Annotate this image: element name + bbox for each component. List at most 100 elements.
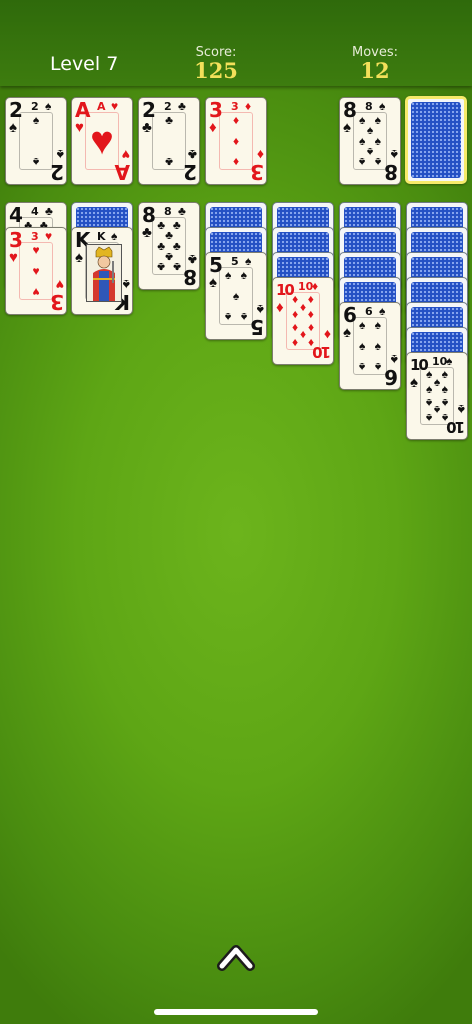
suit-pip: ♣ <box>165 228 173 242</box>
card-suit: ♠ <box>343 324 351 341</box>
card-suit-small: ♠ <box>446 354 453 368</box>
foundation-card-1[interactable]: 2 ♠ 2 ♠ 2 ♠ ♠ ♠ <box>5 97 67 185</box>
card-suit-small: ♣ <box>178 99 186 113</box>
card-suit: ♥ <box>75 119 84 136</box>
card-pips: ♥ ♥ ♥ <box>22 244 50 299</box>
suit-pip: ♠ <box>358 113 366 127</box>
tableau-card[interactable]: 6 ♠ 6 ♠ 6 ♠ ♠ ♠ ♠ ♠ ♠ ♠ <box>339 302 401 390</box>
level-label: Level 7 <box>50 53 119 75</box>
suit-pip: ♦ <box>232 155 240 169</box>
score-value: 125 <box>194 58 238 83</box>
card-rank: 8 <box>343 98 357 122</box>
suit-pip: ♣ <box>157 239 166 253</box>
suit-pip: ♦ <box>307 321 314 335</box>
card-rank: 5 <box>209 253 223 277</box>
menu-toggle-button[interactable] <box>214 936 258 976</box>
card-rank: 8 <box>142 203 156 227</box>
home-indicator[interactable] <box>154 1009 318 1015</box>
card-pips: ♠ ♠ ♠ ♠ ♠ <box>222 268 250 324</box>
suit-pip: ♦ <box>299 328 307 342</box>
suit-pip: ♦ <box>307 307 314 321</box>
card-back-pattern <box>411 102 461 178</box>
card-suit-small: ♠ <box>111 229 118 243</box>
suit-pip: ♠ <box>441 411 449 425</box>
suit-pip: ♣ <box>172 239 181 253</box>
suit-pip: ♦ <box>299 300 307 314</box>
suit-pip: ♠ <box>240 268 248 282</box>
card-suit: ♣ <box>142 224 152 241</box>
foundation-card-3[interactable]: 2 ♣ 2 ♣ 2 ♣ ♣ ♣ <box>138 97 200 185</box>
waste-card[interactable]: 8 ♠ 8 ♠ 8 ♠ ♠ ♠ ♠ ♠ ♠ ♠ ♠ ♠ <box>339 97 401 185</box>
card-rank-small: 8 <box>164 205 172 218</box>
suit-pip: ♣ <box>165 113 173 127</box>
tableau-card[interactable]: 5 ♠ 5 ♠ 5 ♠ ♠ ♠ ♠ ♠ ♠ <box>205 252 267 340</box>
stock-pile[interactable] <box>405 96 467 184</box>
suit-pip: ♠ <box>374 134 382 148</box>
suit-pip: ♠ <box>374 318 382 332</box>
moves-value: 12 <box>360 58 390 83</box>
card-rank-small: A <box>97 100 106 113</box>
card-suit-small: ♣ <box>45 204 53 218</box>
suit-pip: ♠ <box>425 396 433 410</box>
tableau-card[interactable]: K ♠ K ♠ K ♠ <box>71 227 133 315</box>
foundation-card-2[interactable]: A ♥ A ♥ A ♥ ♥ <box>71 97 133 185</box>
suit-pip: ♦ <box>307 292 314 306</box>
card-pips: ♦ ♦ ♦ <box>222 114 250 169</box>
suit-pip: ♠ <box>425 367 433 381</box>
card-suit: ♥ <box>9 249 18 266</box>
card-rank-small: K <box>97 230 106 243</box>
ace-center-pip: ♥ <box>90 119 114 163</box>
card-rank: 2 <box>9 98 23 122</box>
suit-pip: ♠ <box>441 367 449 381</box>
suit-pip: ♦ <box>292 292 299 306</box>
card-suit-small: ♠ <box>379 99 386 113</box>
foundation-card-4[interactable]: 3 ♦ 3 ♦ 3 ♦ ♦ ♦ ♦ <box>205 97 267 185</box>
tableau-card[interactable]: 3 ♥ 3 ♥ 3 ♥ ♥ ♥ ♥ <box>5 227 67 315</box>
card-rank: 6 <box>343 303 357 327</box>
suit-pip: ♠ <box>232 289 240 303</box>
card-pips: ♦ ♦ ♦ ♦ ♦ ♦ ♦ ♦ ♦ ♦ <box>289 292 317 350</box>
top-bar: Level 7 Score: 125 Moves: 12 <box>0 0 472 86</box>
suit-pip: ♣ <box>172 218 181 232</box>
card-rank: 3 <box>9 228 23 252</box>
card-suit: ♠ <box>9 119 17 136</box>
card-pips: ♥ <box>88 116 116 166</box>
card-suit-small: ♣ <box>178 204 186 218</box>
card-suit: ♦ <box>276 299 284 316</box>
suit-pip: ♠ <box>374 113 382 127</box>
card-rank: 2 <box>142 98 156 122</box>
card-rank-small: 3 <box>31 230 39 243</box>
card-suit: ♠ <box>343 119 351 136</box>
card-rank: 3 <box>209 98 223 122</box>
suit-pip: ♠ <box>32 113 40 127</box>
card-pips: ♠ ♠ ♠ ♠ ♠ ♠ ♠ ♠ ♠ ♠ <box>423 367 451 425</box>
card-suit-small: ♦ <box>245 99 252 113</box>
card-suit: ♦ <box>209 119 217 136</box>
card-suit: ♣ <box>142 119 152 136</box>
card-pips: ♠ ♠ ♠ ♠ ♠ ♠ ♠ ♠ <box>356 113 384 169</box>
card-rank-small: 5 <box>231 255 239 268</box>
suit-pip: ♠ <box>425 382 433 396</box>
suit-pip: ♠ <box>358 318 366 332</box>
tableau-card[interactable]: 10 ♦ 10 ♦ 10 ♦ ♦ ♦ ♦ ♦ ♦ ♦ ♦ ♦ ♦ ♦ <box>272 277 334 365</box>
king-portrait <box>86 244 122 302</box>
suit-pip: ♠ <box>358 155 366 169</box>
suit-pip: ♠ <box>433 403 441 417</box>
card-pips: ♠ ♠ ♠ ♠ ♠ ♠ <box>356 318 384 374</box>
suit-pip: ♦ <box>232 134 240 148</box>
suit-pip: ♦ <box>292 321 299 335</box>
suit-pip: ♠ <box>441 396 449 410</box>
tableau-card[interactable]: 8 ♣ 8 ♣ 8 ♣ ♣ ♣ ♣ ♣ ♣ ♣ ♣ ♣ <box>138 202 200 290</box>
suit-pip: ♠ <box>32 155 40 169</box>
tableau-card[interactable]: 10 ♠ 10 ♠ 10 ♠ ♠ ♠ ♠ ♠ ♠ ♠ ♠ ♠ ♠ ♠ <box>406 352 468 440</box>
card-suit-small: ♠ <box>245 254 252 268</box>
card-suit-small: ♠ <box>45 99 52 113</box>
score-display: Score: 125 <box>156 46 276 82</box>
moves-display: Moves: 12 <box>315 46 435 82</box>
suit-pip: ♣ <box>165 155 173 169</box>
suit-pip: ♣ <box>165 250 173 264</box>
suit-pip: ♠ <box>358 360 366 374</box>
card-suit-small: ♥ <box>111 99 119 113</box>
suit-pip: ♣ <box>157 260 166 274</box>
card-suit: ♠ <box>75 249 83 266</box>
